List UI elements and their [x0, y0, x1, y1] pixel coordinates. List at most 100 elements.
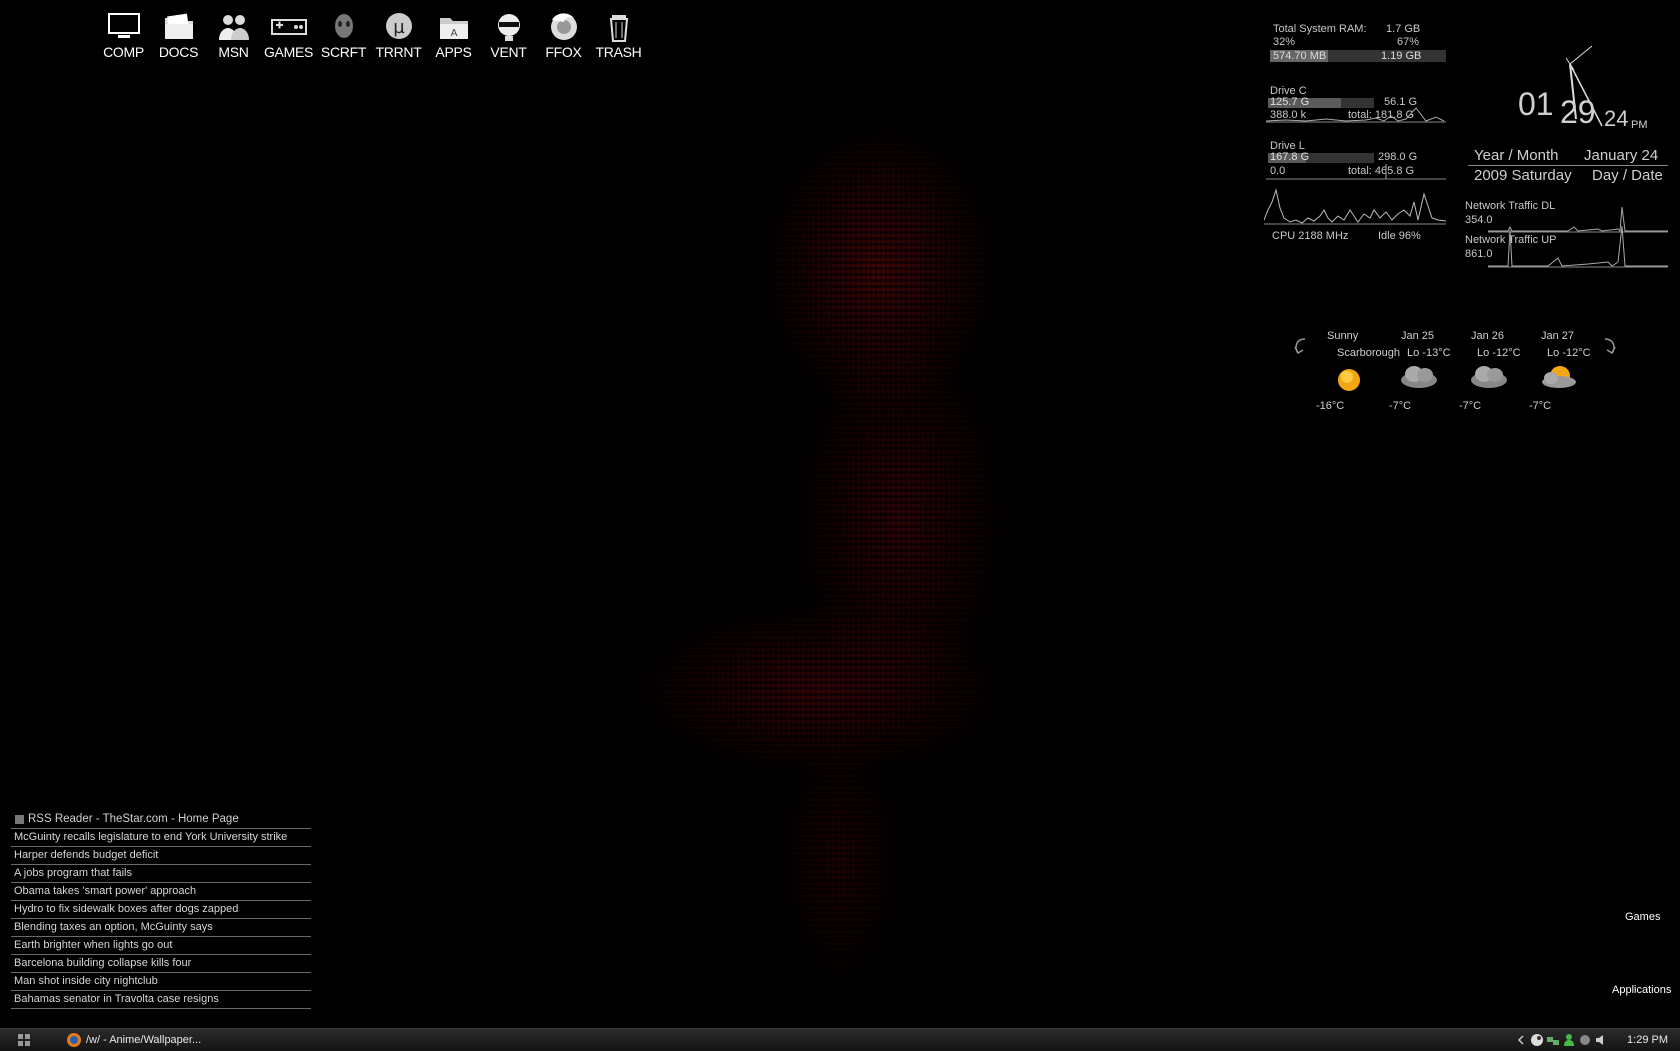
- clock-second: 24: [1604, 106, 1629, 131]
- apps-folder-icon: A: [439, 18, 468, 39]
- desktop-icon-label: TRRNT: [375, 44, 422, 60]
- desktop-icon-label: VENT: [490, 44, 527, 60]
- desktop-icon-label: COMP: [103, 44, 144, 60]
- tray-expand-chevron-icon[interactable]: [1514, 1033, 1528, 1047]
- taskbar-clock[interactable]: 1:29 PM: [1627, 1034, 1668, 1046]
- ram-free: 1.19 GB: [1381, 50, 1422, 62]
- weather-day-4-date: Jan 27: [1541, 330, 1575, 342]
- ram-percent-free: 67%: [1397, 36, 1420, 48]
- drive-l-activity-graph: [1266, 164, 1446, 180]
- cpu-frequency: CPU 2188 MHz: [1272, 230, 1349, 242]
- cpu-usage-graph: [1264, 188, 1446, 225]
- network-up-graph: [1488, 225, 1668, 268]
- taskbar: /w/ - Anime/Wallpaper... 1:29 PM: [0, 1028, 1680, 1051]
- taskbar-window-title: /w/ - Anime/Wallpaper...: [86, 1034, 202, 1046]
- msn-people-icon: [218, 15, 249, 40]
- rss-item[interactable]: Earth brighter when lights go out: [11, 936, 311, 954]
- rss-item[interactable]: Harper defends budget deficit: [11, 846, 311, 864]
- ram-used: 574.70 MB: [1273, 50, 1327, 62]
- weather-day-2-low: Lo -13°C: [1407, 347, 1451, 359]
- gamepad-icon: [270, 19, 307, 35]
- desktop-icon-bar: COMP DOCS MSN GAMES SCRFT µ TRRNT A APPS…: [96, 12, 646, 60]
- rss-item[interactable]: Obama takes 'smart power' approach: [11, 882, 311, 900]
- ram-percent-used: 32%: [1273, 36, 1296, 48]
- ram-label: Total System RAM:: [1273, 23, 1367, 35]
- start-menu-icon[interactable]: [18, 1034, 30, 1046]
- utorrent-icon: µ: [385, 13, 412, 39]
- desktop-icon-apps[interactable]: A APPS: [426, 12, 481, 60]
- weather-location: Scarborough: [1337, 347, 1400, 359]
- weather-day-3-date: Jan 26: [1471, 330, 1505, 342]
- rss-item[interactable]: A jobs program that fails: [11, 864, 311, 882]
- steam-icon[interactable]: [1530, 1033, 1544, 1047]
- desktop-icon-label: FFOX: [545, 44, 582, 60]
- clock-hour: 01: [1518, 86, 1554, 122]
- desktop-icon-comp[interactable]: COMP: [96, 12, 151, 60]
- games-shortcut[interactable]: Games: [1625, 911, 1660, 923]
- starcraft-icon: [334, 14, 353, 38]
- desktop-icon-ffox[interactable]: FFOX: [536, 12, 591, 60]
- drive-c-activity-graph: [1266, 107, 1446, 123]
- computer-icon: [107, 13, 140, 38]
- weather-day-2-date: Jan 25: [1401, 330, 1435, 342]
- cloud-icon: [1401, 366, 1437, 388]
- weather-prev-arrow-icon[interactable]: [1291, 336, 1309, 356]
- rss-reader-title: RSS Reader - TheStar.com - Home Page: [11, 810, 311, 828]
- desktop-icon-label: SCRFT: [320, 44, 367, 60]
- rss-item[interactable]: Bahamas senator in Travolta case resigns: [11, 990, 311, 1009]
- cloud-icon: [1471, 366, 1507, 388]
- volume-icon[interactable]: [1594, 1033, 1608, 1047]
- rss-square-icon: [15, 814, 24, 824]
- calendar-day-date-label: Day / Date: [1592, 167, 1663, 184]
- calendar-year-weekday: 2009 Saturday: [1474, 167, 1572, 184]
- desktop-icon-vent[interactable]: VENT: [481, 12, 536, 60]
- desktop-icon-trash[interactable]: TRASH: [591, 12, 646, 60]
- system-tray: 1:29 PM: [1513, 1029, 1680, 1051]
- rss-item[interactable]: Barcelona building collapse kills four: [11, 954, 311, 972]
- desktop-icon-label: DOCS: [158, 44, 199, 60]
- desktop-icon-msn[interactable]: MSN: [206, 12, 261, 60]
- desktop-icon-label: TRASH: [595, 44, 642, 60]
- clock-minute: 29: [1560, 94, 1596, 130]
- calendar-year-month-label: Year / Month: [1474, 147, 1559, 164]
- ventrilo-icon: [497, 14, 520, 41]
- taskbar-window-button[interactable]: /w/ - Anime/Wallpaper...: [66, 1031, 214, 1049]
- weather-today-temp: -16°C: [1316, 400, 1345, 412]
- rss-item[interactable]: Blending taxes an option, McGuinty says: [11, 918, 311, 936]
- desktop-icon-label: GAMES: [263, 44, 314, 60]
- weather-day-3-temp: -7°C: [1459, 400, 1482, 412]
- firefox-icon: [67, 1033, 81, 1047]
- rss-item[interactable]: McGuinty recalls legislature to end York…: [11, 828, 311, 846]
- weather-today-condition: Sunny: [1327, 330, 1359, 342]
- ram-total: 1.7 GB: [1386, 23, 1421, 35]
- weather-day-4-temp: -7°C: [1529, 400, 1552, 412]
- tray-app-icon[interactable]: [1578, 1033, 1592, 1047]
- weather-day-3-low: Lo -12°C: [1477, 347, 1521, 359]
- weather-next-arrow-icon[interactable]: [1601, 336, 1619, 356]
- sun-icon: [1338, 369, 1360, 391]
- weather-day-4-low: Lo -12°C: [1547, 347, 1591, 359]
- rss-item[interactable]: Man shot inside city nightclub: [11, 972, 311, 990]
- folder-icon: [164, 13, 193, 39]
- clock-ampm: PM: [1631, 119, 1648, 131]
- desktop-icon-label: MSN: [218, 44, 249, 60]
- cpu-idle: Idle 96%: [1378, 230, 1421, 242]
- rss-reader-widget: RSS Reader - TheStar.com - Home Page McG…: [11, 810, 311, 1009]
- desktop-icon-games[interactable]: GAMES: [261, 12, 316, 60]
- applications-shortcut[interactable]: Applications: [1612, 984, 1671, 996]
- rss-title-text: RSS Reader - TheStar.com - Home Page: [28, 813, 239, 825]
- firefox-icon: [550, 13, 577, 40]
- desktop-icon-label: APPS: [435, 44, 472, 60]
- partly-sunny-icon: [1542, 366, 1576, 388]
- svg-text:µ: µ: [393, 17, 405, 38]
- svg-text:A: A: [450, 28, 457, 39]
- network-icon[interactable]: [1546, 1033, 1560, 1047]
- rss-item[interactable]: Hydro to fix sidewalk boxes after dogs z…: [11, 900, 311, 918]
- desktop-icon-trrnt[interactable]: µ TRRNT: [371, 12, 426, 60]
- calendar-month-day: January 24: [1584, 147, 1659, 164]
- trash-icon: [609, 15, 628, 42]
- desktop-icon-docs[interactable]: DOCS: [151, 12, 206, 60]
- desktop-icon-scrft[interactable]: SCRFT: [316, 12, 371, 60]
- msn-tray-icon[interactable]: [1562, 1033, 1576, 1047]
- weather-day-2-temp: -7°C: [1389, 400, 1412, 412]
